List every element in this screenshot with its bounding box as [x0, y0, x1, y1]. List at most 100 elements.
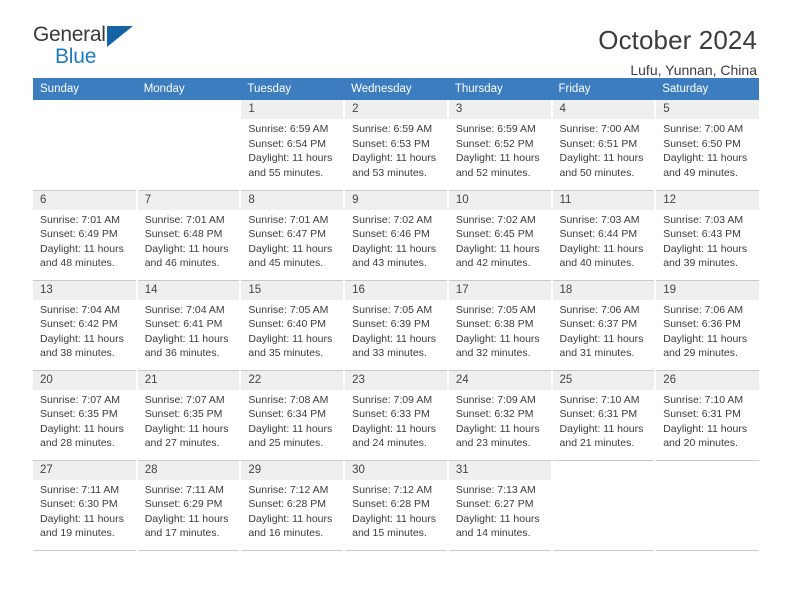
daylight-text-line2: and 45 minutes.	[248, 257, 324, 270]
daylight-text-line1: Daylight: 11 hours	[248, 242, 333, 255]
calendar-day-cell[interactable]: 12 Sunrise: 7:03 AM Sunset: 6:43 PM Dayligh…	[655, 190, 759, 280]
calendar-day-cell[interactable]: 10 Sunrise: 7:02 AM Sunset: 6:45 PM Dayligh…	[447, 190, 553, 280]
day-number: 27	[33, 460, 136, 480]
sunrise-text: Sunrise: 7:01 AM	[40, 213, 120, 226]
day-number: 16	[345, 280, 447, 300]
sunset-text: Sunset: 6:53 PM	[352, 137, 430, 150]
day-details: Sunrise: 7:03 AM Sunset: 6:44 PM Daylight:…	[553, 210, 655, 271]
calendar-day-cell[interactable]: 15 Sunrise: 7:05 AM Sunset: 6:40 PM Dayligh…	[240, 280, 346, 370]
calendar-cell-empty	[551, 460, 657, 550]
calendar-day-cell[interactable]: 31 Sunrise: 7:13 AM Sunset: 6:27 PM Dayligh…	[447, 460, 553, 550]
calendar-page: General Blue October 2024 Lufu, Yunnan, …	[0, 0, 792, 612]
calendar-cell-inner	[656, 461, 759, 467]
sunrise-text: Sunrise: 7:05 AM	[248, 303, 329, 316]
calendar-day-cell[interactable]: 9 Sunrise: 7:02 AM Sunset: 6:46 PM Daylight…	[344, 190, 449, 280]
daylight-text-line2: and 24 minutes.	[352, 437, 427, 450]
calendar-cell-inner	[33, 100, 136, 106]
calendar-day-cell[interactable]: 1 Sunrise: 6:59 AM Sunset: 6:54 PM Daylight…	[240, 100, 346, 190]
calendar-day-cell[interactable]: 23 Sunrise: 7:09 AM Sunset: 6:33 PM Dayligh…	[344, 370, 449, 460]
calendar-cell-inner: 26 Sunrise: 7:10 AM Sunset: 6:31 PM Dayligh…	[656, 370, 759, 451]
daylight-text-line1: Daylight: 11 hours	[248, 332, 333, 345]
calendar-day-cell[interactable]: 5 Sunrise: 7:00 AM Sunset: 6:50 PM Daylight…	[655, 100, 759, 190]
calendar-day-cell[interactable]: 29 Sunrise: 7:12 AM Sunset: 6:28 PM Dayligh…	[240, 460, 346, 550]
calendar-cell-inner: 29 Sunrise: 7:12 AM Sunset: 6:28 PM Dayligh…	[241, 460, 344, 541]
daylight-text-line2: and 39 minutes.	[663, 257, 738, 270]
calendar-day-cell[interactable]: 16 Sunrise: 7:05 AM Sunset: 6:39 PM Dayligh…	[344, 280, 449, 370]
page-header: General Blue October 2024 Lufu, Yunnan, …	[33, 0, 759, 79]
day-details: Sunrise: 6:59 AM Sunset: 6:54 PM Daylight:…	[241, 119, 343, 180]
daylight-text-line2: and 53 minutes.	[352, 166, 427, 179]
calendar-cell-inner: 22 Sunrise: 7:08 AM Sunset: 6:34 PM Dayligh…	[241, 370, 344, 451]
daylight-text-line2: and 29 minutes.	[663, 347, 738, 360]
sunrise-text: Sunrise: 7:03 AM	[559, 213, 640, 226]
general-blue-logo[interactable]: General Blue	[33, 24, 143, 74]
day-number: 17	[448, 280, 551, 300]
sunset-text: Sunset: 6:29 PM	[144, 498, 223, 511]
daylight-text-line1: Daylight: 11 hours	[248, 512, 333, 525]
calendar-day-cell[interactable]: 7 Sunrise: 7:01 AM Sunset: 6:48 PM Daylight…	[136, 190, 242, 280]
calendar-day-cell[interactable]: 18 Sunrise: 7:06 AM Sunset: 6:37 PM Dayligh…	[551, 280, 657, 370]
day-number: 9	[345, 190, 447, 210]
sunset-text: Sunset: 6:28 PM	[248, 498, 327, 511]
calendar-day-cell[interactable]: 22 Sunrise: 7:08 AM Sunset: 6:34 PM Dayligh…	[240, 370, 346, 460]
calendar-week-row: 1 Sunrise: 6:59 AM Sunset: 6:54 PM Daylight…	[33, 100, 759, 190]
sunset-text: Sunset: 6:46 PM	[352, 228, 430, 241]
calendar-day-cell[interactable]: 30 Sunrise: 7:12 AM Sunset: 6:28 PM Dayligh…	[344, 460, 449, 550]
day-number: 18	[552, 280, 655, 300]
daylight-text-line1: Daylight: 11 hours	[144, 422, 229, 435]
daylight-text-line1: Daylight: 11 hours	[455, 512, 540, 525]
sunset-text: Sunset: 6:39 PM	[352, 318, 430, 331]
daylight-text-line2: and 43 minutes.	[352, 257, 427, 270]
sunset-text: Sunset: 6:28 PM	[352, 498, 430, 511]
calendar-day-cell[interactable]: 8 Sunrise: 7:01 AM Sunset: 6:47 PM Daylight…	[240, 190, 346, 280]
calendar-cell-inner: 11 Sunrise: 7:03 AM Sunset: 6:44 PM Dayligh…	[552, 190, 655, 271]
calendar-cell-inner: 13 Sunrise: 7:04 AM Sunset: 6:42 PM Dayligh…	[33, 280, 136, 361]
sunrise-text: Sunrise: 7:06 AM	[663, 303, 744, 316]
calendar-day-cell[interactable]: 25 Sunrise: 7:10 AM Sunset: 6:31 PM Dayligh…	[551, 370, 657, 460]
daylight-text-line2: and 50 minutes.	[559, 166, 635, 179]
day-details: Sunrise: 7:06 AM Sunset: 6:37 PM Daylight:…	[553, 300, 655, 361]
calendar-day-cell[interactable]: 21 Sunrise: 7:07 AM Sunset: 6:35 PM Dayligh…	[136, 370, 242, 460]
daylight-text-line2: and 35 minutes.	[248, 347, 324, 360]
sunset-text: Sunset: 6:27 PM	[455, 498, 534, 511]
daylight-text-line2: and 42 minutes.	[455, 257, 531, 270]
day-number: 26	[656, 370, 759, 390]
calendar-day-cell[interactable]: 11 Sunrise: 7:03 AM Sunset: 6:44 PM Dayligh…	[551, 190, 657, 280]
day-details: Sunrise: 7:12 AM Sunset: 6:28 PM Daylight:…	[345, 480, 447, 541]
daylight-text-line2: and 48 minutes.	[40, 257, 115, 270]
calendar-day-cell[interactable]: 26 Sunrise: 7:10 AM Sunset: 6:31 PM Dayligh…	[655, 370, 759, 460]
calendar-cell-inner: 20 Sunrise: 7:07 AM Sunset: 6:35 PM Dayligh…	[33, 370, 136, 451]
day-number: 15	[241, 280, 344, 300]
daylight-text-line2: and 33 minutes.	[352, 347, 427, 360]
calendar-day-cell[interactable]: 27 Sunrise: 7:11 AM Sunset: 6:30 PM Dayligh…	[33, 460, 138, 550]
calendar-day-cell[interactable]: 13 Sunrise: 7:04 AM Sunset: 6:42 PM Dayligh…	[33, 280, 138, 370]
day-number: 12	[656, 190, 759, 210]
weekday-header-saturday: Saturday	[655, 78, 759, 100]
calendar-day-cell[interactable]: 28 Sunrise: 7:11 AM Sunset: 6:29 PM Dayligh…	[136, 460, 242, 550]
day-number: 1	[241, 100, 344, 119]
calendar-day-cell[interactable]: 24 Sunrise: 7:09 AM Sunset: 6:32 PM Dayligh…	[447, 370, 553, 460]
calendar-cell-inner: 5 Sunrise: 7:00 AM Sunset: 6:50 PM Daylight…	[656, 100, 759, 180]
calendar-day-cell[interactable]: 4 Sunrise: 7:00 AM Sunset: 6:51 PM Daylight…	[551, 100, 657, 190]
calendar-day-cell[interactable]: 3 Sunrise: 6:59 AM Sunset: 6:52 PM Daylight…	[447, 100, 553, 190]
calendar-day-cell[interactable]: 2 Sunrise: 6:59 AM Sunset: 6:53 PM Daylight…	[344, 100, 449, 190]
day-number: 19	[656, 280, 759, 300]
calendar-day-cell[interactable]: 19 Sunrise: 7:06 AM Sunset: 6:36 PM Dayligh…	[655, 280, 759, 370]
day-details: Sunrise: 7:01 AM Sunset: 6:49 PM Daylight:…	[33, 210, 136, 271]
calendar-day-cell[interactable]: 17 Sunrise: 7:05 AM Sunset: 6:38 PM Dayligh…	[447, 280, 553, 370]
day-details: Sunrise: 7:10 AM Sunset: 6:31 PM Daylight:…	[656, 390, 759, 451]
sunrise-text: Sunrise: 7:12 AM	[352, 483, 433, 496]
sunrise-text: Sunrise: 7:13 AM	[455, 483, 536, 496]
sunset-text: Sunset: 6:42 PM	[40, 318, 118, 331]
day-details: Sunrise: 7:10 AM Sunset: 6:31 PM Daylight:…	[553, 390, 655, 451]
calendar-day-cell[interactable]: 6 Sunrise: 7:01 AM Sunset: 6:49 PM Daylight…	[33, 190, 138, 280]
day-details: Sunrise: 7:00 AM Sunset: 6:50 PM Daylight:…	[656, 119, 759, 180]
calendar-day-cell[interactable]: 14 Sunrise: 7:04 AM Sunset: 6:41 PM Dayligh…	[136, 280, 242, 370]
daylight-text-line1: Daylight: 11 hours	[663, 332, 748, 345]
sunrise-text: Sunrise: 7:06 AM	[559, 303, 640, 316]
day-details: Sunrise: 7:08 AM Sunset: 6:34 PM Daylight:…	[241, 390, 343, 451]
calendar-day-cell[interactable]: 20 Sunrise: 7:07 AM Sunset: 6:35 PM Dayligh…	[33, 370, 138, 460]
day-details: Sunrise: 7:05 AM Sunset: 6:38 PM Daylight:…	[449, 300, 551, 361]
daylight-text-line1: Daylight: 11 hours	[559, 422, 644, 435]
daylight-text-line2: and 32 minutes.	[455, 347, 531, 360]
